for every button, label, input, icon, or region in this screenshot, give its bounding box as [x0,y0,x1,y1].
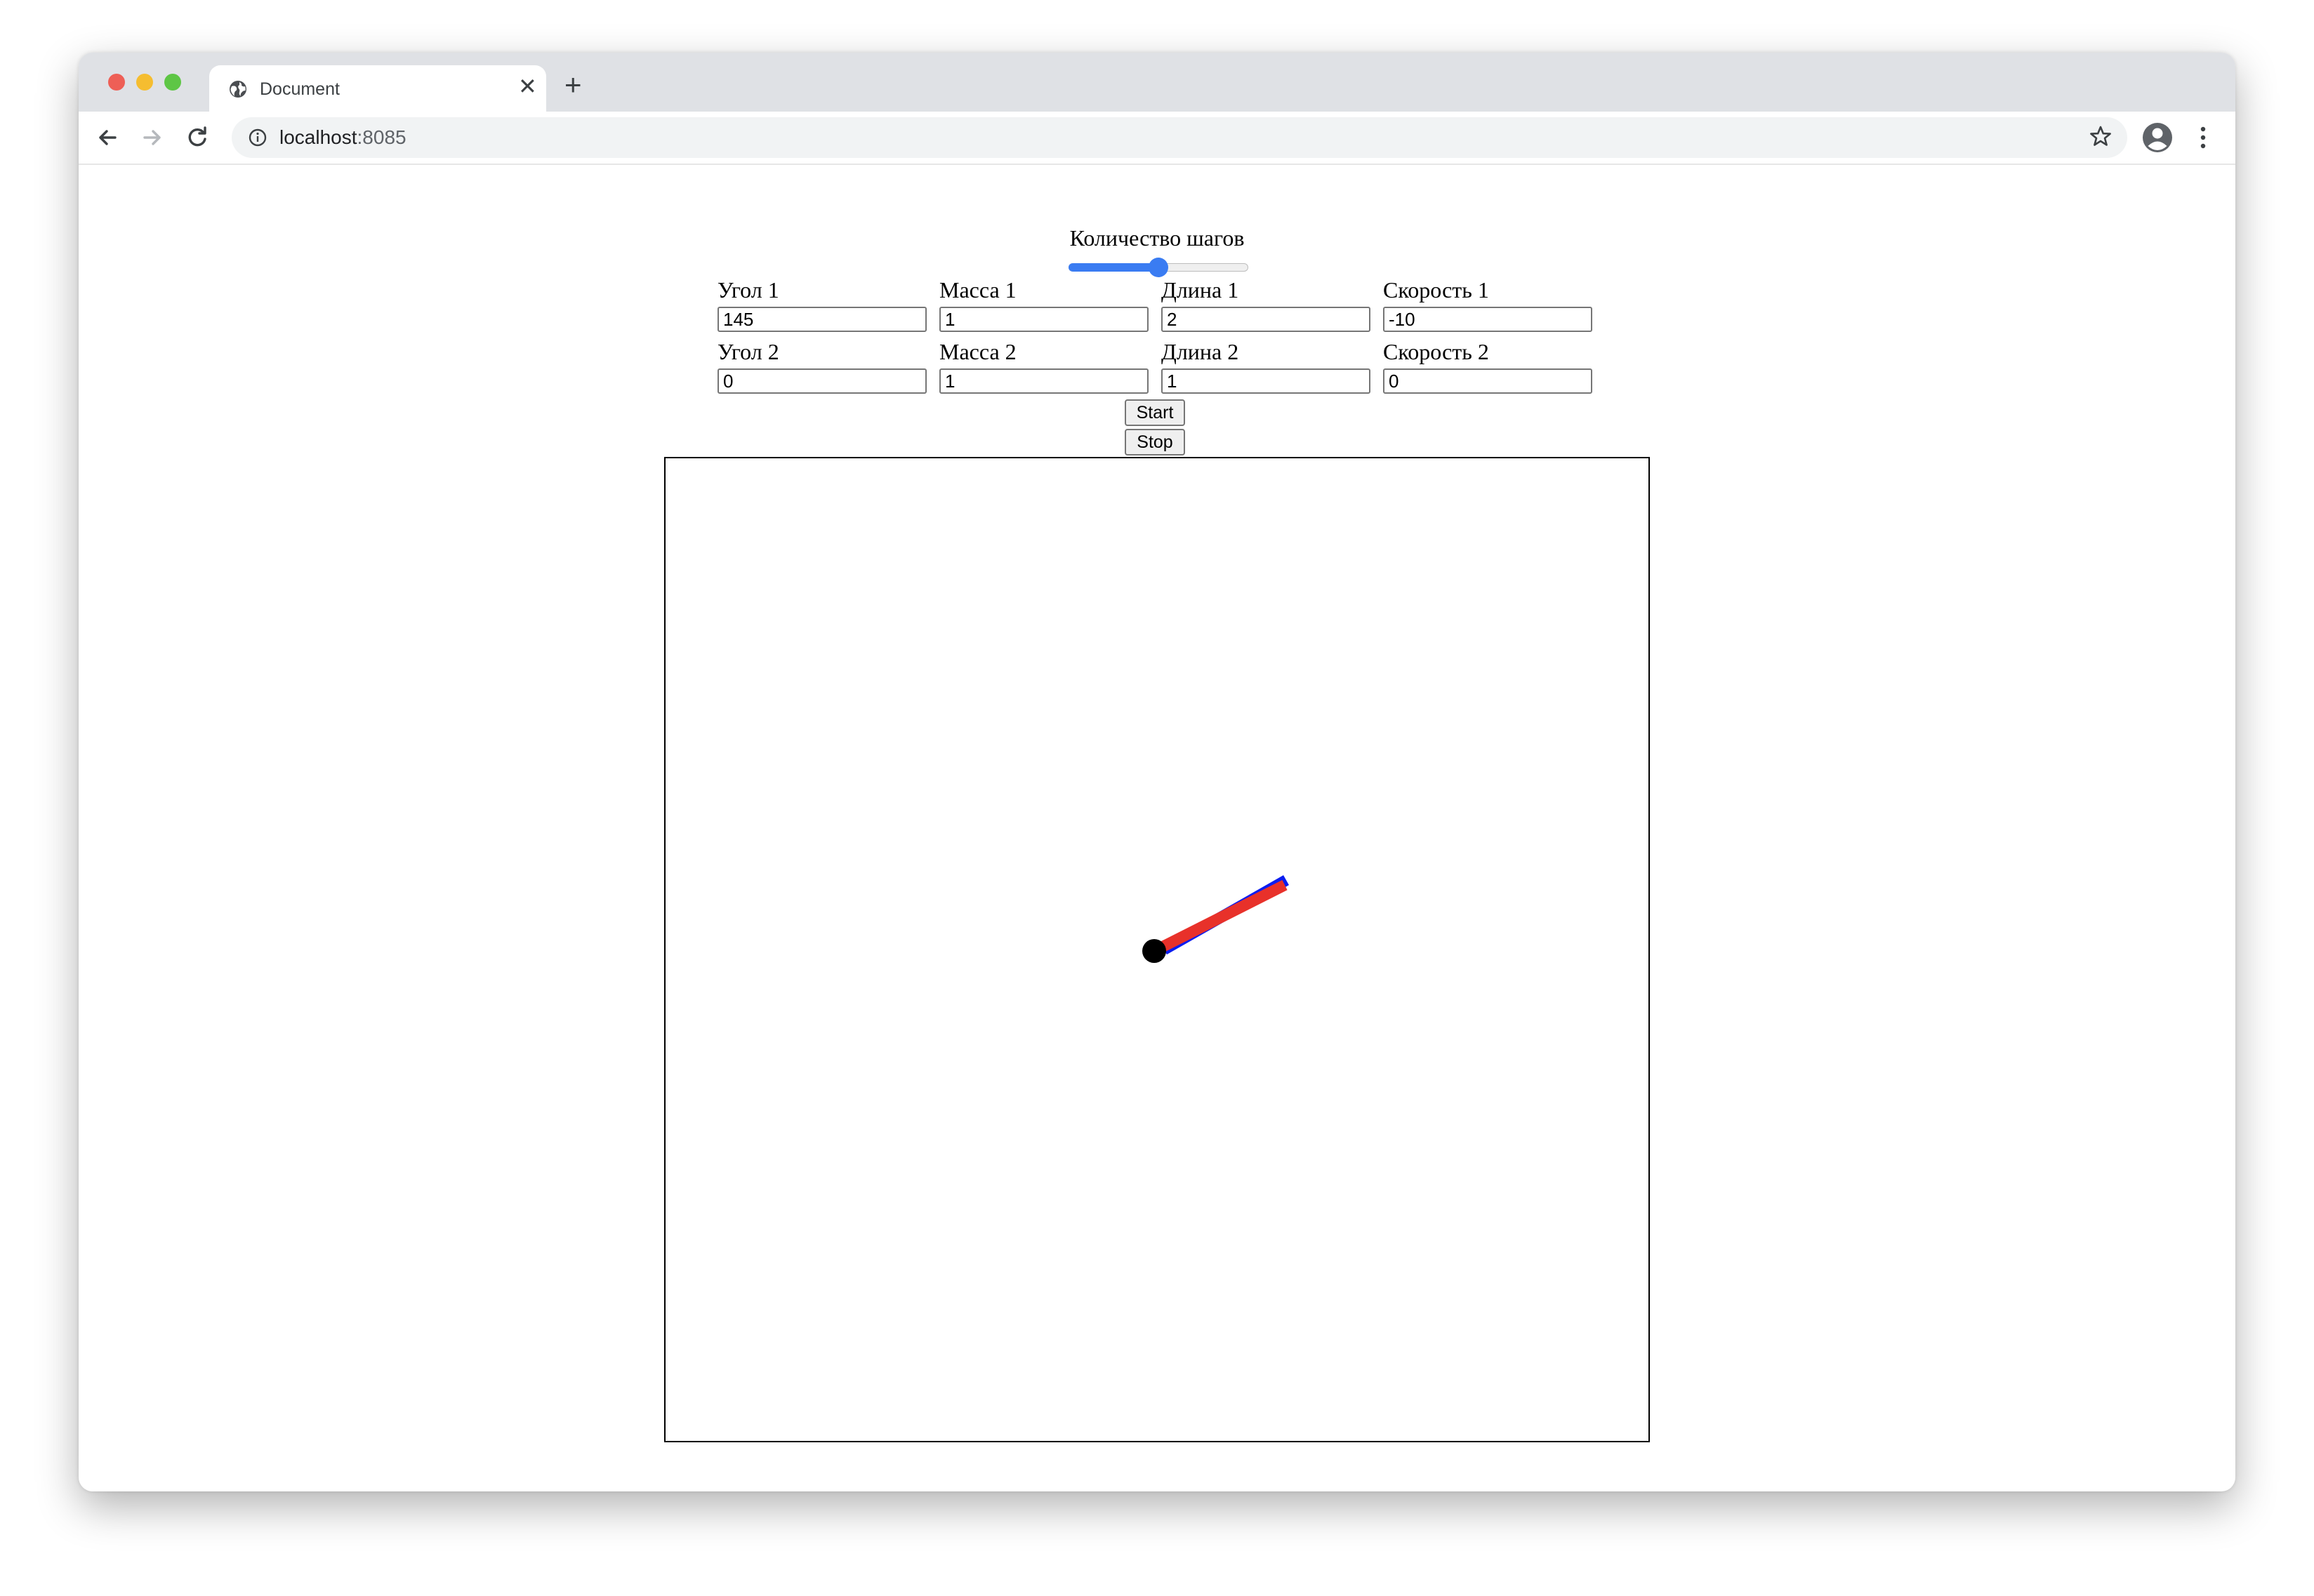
browser-window: Document ✕ + localhost:8085 Количество ш… [79,53,2235,1491]
browser-toolbar: localhost:8085 [79,112,2235,165]
minimize-window-button[interactable] [136,74,153,91]
more-menu-icon[interactable] [2197,123,2209,152]
info-icon[interactable] [247,127,268,148]
angle1-input[interactable] [718,307,927,332]
slider-thumb[interactable] [1149,258,1168,277]
tab-close-icon[interactable]: ✕ [518,75,537,98]
pendulum-canvas [664,457,1650,1442]
start-button[interactable]: Start [1125,399,1185,426]
globe-icon [230,81,246,98]
maximize-window-button[interactable] [164,74,181,91]
angle1-label: Угол 1 [718,277,779,302]
length1-input[interactable] [1161,307,1370,332]
mass1-input[interactable] [939,307,1149,332]
address-text: localhost:8085 [279,126,406,149]
new-tab-icon[interactable]: + [564,70,582,100]
speed2-label: Скорость 2 [1383,339,1489,364]
tab-title: Document [260,79,340,99]
length2-input[interactable] [1161,368,1370,394]
back-arrow-icon[interactable] [94,124,121,151]
pendulum-rod-1 [1154,879,1288,955]
steps-slider[interactable] [1069,256,1248,277]
forward-arrow-icon[interactable] [139,124,166,151]
angle2-label: Угол 2 [718,339,779,364]
mass2-label: Масса 2 [939,339,1017,364]
address-host: localhost [279,126,357,148]
bookmark-star-icon[interactable] [2088,124,2113,149]
reload-icon[interactable] [184,124,211,151]
pendulum-drawing [1142,875,1289,963]
angle2-input[interactable] [718,368,927,394]
stop-button[interactable]: Stop [1125,429,1185,455]
slider-fill [1069,263,1158,272]
tab-bar: Document ✕ + [79,53,2235,112]
page-content: Количество шагов Угол 1 Масса 1 Длина 1 … [79,165,2235,1491]
length2-label: Длина 2 [1161,339,1239,364]
speed1-label: Скорость 1 [1383,277,1489,302]
close-window-button[interactable] [108,74,125,91]
length1-label: Длина 1 [1161,277,1239,302]
mass1-label: Масса 1 [939,277,1017,302]
pendulum-pivot [1142,939,1166,963]
browser-tab[interactable]: Document ✕ [209,65,546,112]
profile-avatar-icon[interactable] [2141,121,2174,154]
mass2-input[interactable] [939,368,1149,394]
steps-label: Количество шагов [1069,225,1245,251]
address-bar[interactable]: localhost:8085 [232,117,2127,158]
speed1-input[interactable] [1383,307,1592,332]
address-port: :8085 [357,126,406,148]
speed2-input[interactable] [1383,368,1592,394]
